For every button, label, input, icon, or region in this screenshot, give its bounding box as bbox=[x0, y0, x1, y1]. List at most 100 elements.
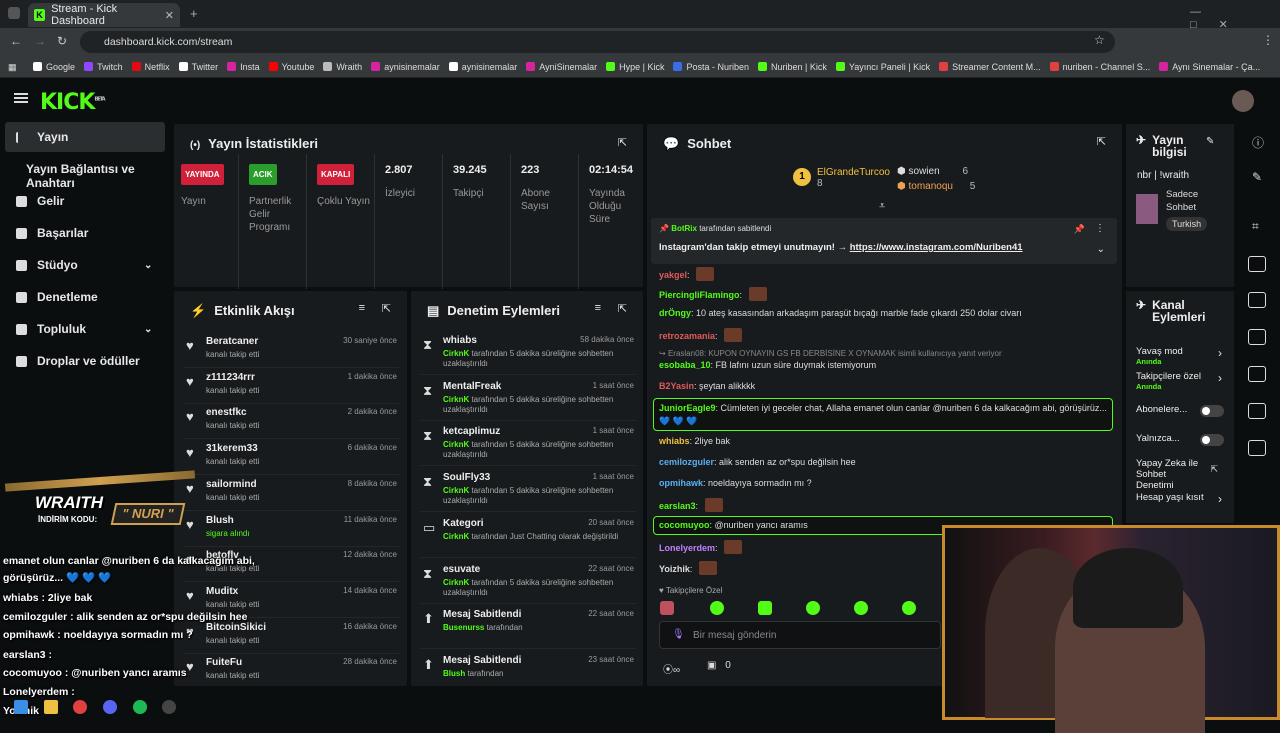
moderation-target[interactable]: MentalFreak bbox=[443, 381, 501, 392]
apps-icon[interactable]: ▦ bbox=[8, 56, 17, 77]
wrench-icon[interactable] bbox=[1248, 440, 1266, 456]
bookmark-item[interactable]: Aynı Sinemalar - Ça... bbox=[1159, 56, 1260, 77]
hamburger-icon[interactable] bbox=[14, 93, 28, 103]
expand-icon[interactable]: ⩡ bbox=[879, 200, 885, 213]
popout-icon[interactable]: ⇱ bbox=[1097, 135, 1106, 148]
popout-icon[interactable]: ⇱ bbox=[618, 302, 627, 315]
chat-input[interactable]: 🎙 Bir mesaj gönderin bbox=[659, 621, 941, 649]
spotify-icon[interactable] bbox=[133, 700, 147, 714]
activity-user[interactable]: Beratcaner bbox=[206, 336, 258, 347]
pin-icon[interactable]: 📌 bbox=[1074, 224, 1085, 235]
bookmark-star-icon[interactable]: ☆ bbox=[1094, 33, 1105, 47]
activity-user[interactable]: 31kerem33 bbox=[206, 443, 258, 454]
reload-icon[interactable]: ↻ bbox=[57, 34, 67, 48]
edit-icon[interactable]: ✎ bbox=[1252, 170, 1262, 184]
url-input[interactable]: dashboard.kick.com/stream bbox=[80, 31, 1115, 53]
sidebar-item-studyo[interactable]: Stüdyo ⌄ bbox=[16, 258, 152, 272]
pinned-link[interactable]: https://www.instagram.com/Nuriben41 bbox=[850, 242, 1023, 253]
discord-icon[interactable] bbox=[103, 700, 117, 714]
link-icon[interactable]: ⦿∞ bbox=[663, 661, 680, 676]
sidebar-item-droplar[interactable]: Droplar ve ödüller bbox=[16, 354, 140, 368]
bookmark-item[interactable]: Twitter bbox=[178, 56, 218, 77]
chat-username[interactable]: Yoizhik bbox=[659, 564, 690, 574]
moderation-target[interactable]: Kategori bbox=[443, 518, 484, 529]
bookmark-item[interactable]: AyniSinemalar bbox=[526, 56, 597, 77]
exclusive-toggle[interactable] bbox=[1200, 434, 1224, 446]
chat-username[interactable]: drÖngy bbox=[659, 308, 691, 318]
tab-search-icon[interactable] bbox=[8, 7, 20, 19]
sidebar-item-basarilar[interactable]: Başarılar bbox=[16, 226, 88, 240]
leader-1[interactable]: ElGrandeTurcoo 8 bbox=[817, 167, 890, 189]
bookmark-item[interactable]: Nuriben | Kick bbox=[758, 56, 827, 77]
sidebar-item-gelir[interactable]: Gelir bbox=[16, 194, 64, 208]
channel-action[interactable]: Takipçilere özel Anında › bbox=[1136, 371, 1228, 391]
activity-user[interactable]: z111234rrr bbox=[206, 372, 255, 383]
moderation-target[interactable]: Mesaj Sabitlendi bbox=[443, 609, 521, 620]
bookmark-item[interactable]: Twitch bbox=[84, 56, 123, 77]
chat-username[interactable]: PiercingliFlamingo bbox=[659, 290, 740, 300]
explorer-icon[interactable] bbox=[44, 700, 58, 714]
chevron-down-icon[interactable]: ⌄ bbox=[1097, 244, 1105, 255]
forward-icon[interactable]: → bbox=[34, 34, 46, 48]
bookmark-item[interactable]: Google bbox=[33, 56, 75, 77]
filter-icon[interactable]: ≡ bbox=[359, 302, 365, 314]
leader-3[interactable]: ⬢ tomanoqu 5 bbox=[897, 181, 975, 192]
document-icon[interactable] bbox=[1248, 292, 1266, 308]
crop-icon[interactable]: ⌗ bbox=[1252, 219, 1259, 234]
chat-username[interactable]: Lonelyerdem bbox=[659, 543, 715, 553]
bookmark-item[interactable]: Posta - Nuriben bbox=[673, 56, 749, 77]
leader-2[interactable]: ⬢ sowien 6 bbox=[897, 166, 968, 177]
bookmark-item[interactable]: Insta bbox=[227, 56, 260, 77]
bookmark-item[interactable]: Youtube bbox=[268, 56, 314, 77]
kick-logo[interactable]: KICKBETA bbox=[40, 90, 106, 115]
popout-icon[interactable]: ⇱ bbox=[382, 302, 391, 315]
windows-icon[interactable] bbox=[14, 700, 28, 714]
moderation-target[interactable]: SoulFly33 bbox=[443, 472, 490, 483]
filter-icon[interactable]: ≡ bbox=[595, 302, 601, 314]
moderation-target[interactable]: esuvate bbox=[443, 564, 480, 575]
subscribers-only-toggle[interactable] bbox=[1200, 405, 1224, 417]
moderation-target[interactable]: ketcapIimuz bbox=[443, 426, 500, 437]
new-tab-icon[interactable]: + bbox=[190, 6, 198, 21]
avatar[interactable] bbox=[1232, 90, 1254, 112]
channel-action[interactable]: Yavaş mod Anında › bbox=[1136, 346, 1228, 366]
bookmark-item[interactable]: Streamer Content M... bbox=[939, 56, 1041, 77]
moderation-target[interactable]: whiabs bbox=[443, 335, 477, 346]
sidebar-item-yayin[interactable]: Yayın bbox=[16, 130, 68, 144]
bookmark-item[interactable]: aynisinemalar bbox=[371, 56, 440, 77]
activity-user[interactable]: Blush bbox=[206, 515, 234, 526]
chat-username[interactable]: retrozamania bbox=[659, 331, 715, 341]
emote-bar[interactable] bbox=[660, 601, 920, 615]
bookmark-item[interactable]: nuriben - Channel S... bbox=[1049, 56, 1150, 77]
chat-icon[interactable] bbox=[1248, 329, 1266, 345]
activity-user[interactable]: sailormind bbox=[206, 479, 257, 490]
broadcast-icon[interactable] bbox=[1248, 366, 1266, 382]
bookmark-item[interactable]: Netflix bbox=[131, 56, 170, 77]
chat-username[interactable]: yakgel bbox=[659, 270, 687, 280]
sidebar-item-stream-key[interactable]: Yayın Bağlantısı ve Anahtarı bbox=[26, 162, 172, 190]
channel-action[interactable]: Hesap yaşı kısıt › bbox=[1136, 492, 1228, 506]
chat-username[interactable]: esobaba_10 bbox=[659, 360, 711, 370]
moderation-target[interactable]: Mesaj Sabitlendi bbox=[443, 655, 521, 666]
browser-tab[interactable]: K Stream - Kick Dashboard ✕ bbox=[28, 3, 180, 27]
info-icon[interactable]: ⓘ bbox=[1252, 134, 1264, 151]
moderation-icon[interactable] bbox=[1248, 403, 1266, 419]
chat-username[interactable]: opmihawk bbox=[659, 478, 703, 488]
chat-username[interactable]: earslan3 bbox=[659, 501, 696, 511]
category-name[interactable]: Sadece Sohbet bbox=[1166, 188, 1216, 214]
back-icon[interactable]: ← bbox=[10, 34, 22, 48]
chat-username[interactable]: cemilozguler bbox=[659, 457, 714, 467]
chat-username[interactable]: B2Yasin bbox=[659, 381, 694, 391]
popout-icon[interactable]: ⇱ bbox=[618, 136, 627, 149]
more-icon[interactable]: ⋮ bbox=[1095, 223, 1105, 234]
bookmark-item[interactable]: Yayıncı Paneli | Kick bbox=[835, 56, 930, 77]
bookmark-item[interactable]: Hype | Kick bbox=[606, 56, 664, 77]
mic-icon[interactable]: 🎙 bbox=[672, 629, 685, 640]
app-icon[interactable] bbox=[162, 700, 176, 714]
sidebar-item-topluluk[interactable]: Topluluk ⌄ bbox=[16, 322, 152, 336]
sidebar-item-denetleme[interactable]: Denetleme bbox=[16, 290, 98, 304]
edit-icon[interactable]: ✎ bbox=[1206, 136, 1214, 147]
bolt-icon[interactable] bbox=[1248, 256, 1266, 272]
channel-action[interactable]: Yapay Zeka ile Sohbet Denetimi ⇱ bbox=[1136, 458, 1228, 491]
bookmark-item[interactable]: Wraith bbox=[323, 56, 362, 77]
